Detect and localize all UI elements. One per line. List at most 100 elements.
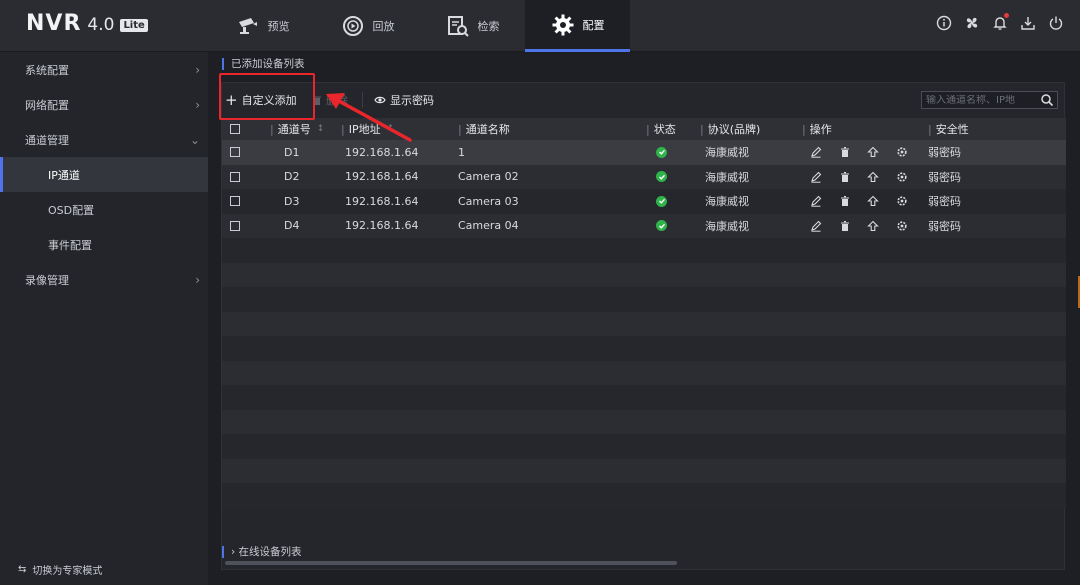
- table-row: [222, 262, 1066, 287]
- edit-icon[interactable]: [810, 146, 839, 158]
- header-ip-label: IP地址: [348, 123, 381, 136]
- tab-search-label: 检索: [477, 20, 500, 33]
- table-row: [222, 287, 1066, 312]
- upload-icon[interactable]: [867, 146, 896, 158]
- row-checkbox[interactable]: [230, 171, 240, 182]
- row-checkbox[interactable]: [230, 196, 240, 207]
- cell-ops: [798, 220, 924, 232]
- bell-icon[interactable]: [992, 13, 1009, 31]
- show-password-button[interactable]: 显示密码: [374, 92, 434, 108]
- download-icon[interactable]: [1020, 15, 1036, 31]
- trash-icon[interactable]: [839, 195, 868, 207]
- upload-icon[interactable]: [867, 171, 896, 183]
- header-channel-no[interactable]: | 通道号 ↕: [262, 121, 336, 137]
- header-status: | 状态: [646, 122, 676, 137]
- sidebar-subitem-osd[interactable]: OSD配置: [0, 192, 208, 227]
- settings-icon[interactable]: [896, 171, 925, 183]
- sidebar-subitem-event[interactable]: 事件配置: [0, 227, 208, 262]
- cell-protocol: 海康威视: [705, 219, 749, 233]
- trash-icon[interactable]: [839, 171, 868, 183]
- table-row: [222, 434, 1066, 459]
- tab-preview-label: 预览: [267, 20, 290, 33]
- cell-name: Camera 03: [458, 194, 519, 208]
- cell-security: 弱密码: [928, 170, 961, 184]
- sidebar-item-network[interactable]: 网络配置 ›: [0, 87, 208, 122]
- row-select-cell: [222, 147, 262, 158]
- sidebar-item-channel[interactable]: 通道管理 ⌄: [0, 122, 208, 157]
- table-row: [222, 336, 1066, 361]
- show-password-label: 显示密码: [390, 94, 434, 107]
- search-icon[interactable]: [1040, 93, 1054, 107]
- brand-version: 4.0: [87, 15, 115, 35]
- delete-label: 删除: [326, 94, 348, 107]
- tab-playback[interactable]: 回放: [315, 0, 420, 52]
- toolbar-divider: [362, 92, 363, 108]
- table-row[interactable]: D4 192.168.1.64 Camera 04 海康威视 弱密码: [222, 213, 1066, 238]
- status-ok-icon: [656, 146, 667, 158]
- sidebar-subitem-label: OSD配置: [48, 203, 95, 217]
- table-row[interactable]: D3 192.168.1.64 Camera 03 海康威视 弱密码: [222, 189, 1066, 214]
- header-name-label: 通道名称: [465, 123, 510, 136]
- sort-icon: ↕: [316, 124, 325, 134]
- chevron-right-icon: ›: [195, 97, 200, 112]
- sidebar-item-system[interactable]: 系统配置 ›: [0, 52, 208, 87]
- upload-icon[interactable]: [867, 195, 896, 207]
- select-all-checkbox[interactable]: [230, 124, 240, 134]
- main-nav: 预览 回放 检索 配置: [210, 0, 630, 52]
- row-checkbox[interactable]: [230, 220, 240, 231]
- sidebar-item-recording[interactable]: 录像管理 ›: [0, 262, 208, 297]
- edit-icon[interactable]: [810, 171, 839, 183]
- power-icon[interactable]: [1048, 15, 1064, 31]
- edit-icon[interactable]: [810, 195, 839, 207]
- online-devices-toggle[interactable]: › 在线设备列表: [222, 546, 302, 558]
- table-row[interactable]: D1 192.168.1.64 1 海康威视 弱密码: [222, 140, 1066, 165]
- tab-config-label: 配置: [582, 18, 605, 32]
- device-list-panel: + 自定义添加 删除 显示密码 |通道号↕ |IP地址↕ |通道名: [221, 82, 1066, 570]
- settings-icon[interactable]: [896, 220, 925, 232]
- cell-status: [642, 220, 694, 232]
- expert-mode-label: 切换为专家模式: [32, 566, 103, 577]
- gear-icon: [552, 14, 573, 35]
- sidebar-subitem-label: 事件配置: [48, 238, 92, 252]
- status-ok-icon: [656, 195, 667, 207]
- tab-config[interactable]: 配置: [525, 0, 630, 52]
- edit-icon[interactable]: [810, 220, 839, 232]
- fan-icon[interactable]: [964, 15, 980, 31]
- settings-icon[interactable]: [896, 146, 925, 158]
- sidebar-subitem-ip-channel[interactable]: IP通道: [0, 157, 208, 192]
- table-row: [222, 360, 1066, 385]
- chevron-down-icon: ⌄: [189, 132, 200, 147]
- sidebar-item-label: 网络配置: [25, 98, 69, 112]
- horizontal-scrollbar[interactable]: [225, 561, 677, 565]
- sidebar-subitem-label: IP通道: [48, 168, 80, 182]
- search-doc-icon: [447, 16, 469, 37]
- playback-icon: [342, 16, 363, 36]
- tab-search[interactable]: 检索: [420, 0, 525, 52]
- expert-mode-link[interactable]: ⇆ 切换为专家模式: [18, 562, 102, 577]
- trash-icon[interactable]: [839, 220, 868, 232]
- cell-name: Camera 02: [458, 170, 519, 184]
- info-icon[interactable]: [936, 15, 952, 31]
- row-checkbox[interactable]: [230, 147, 240, 158]
- cell-ops: [798, 146, 924, 158]
- cell-status: [642, 171, 694, 183]
- status-ok-icon: [656, 220, 667, 232]
- settings-icon[interactable]: [896, 195, 925, 207]
- upload-icon[interactable]: [867, 220, 896, 232]
- header-ip[interactable]: | IP地址 ↕: [336, 121, 452, 137]
- top-icon-group: [936, 13, 1064, 31]
- header-protocol-label: 协议(品牌): [707, 123, 761, 136]
- chevron-right-icon: ›: [195, 272, 200, 287]
- table-row[interactable]: D2 192.168.1.64 Camera 02 海康威视 弱密码: [222, 164, 1066, 189]
- main-content: 已添加设备列表 + 自定义添加 删除 显示密码 |: [208, 52, 1080, 585]
- table-row: [222, 385, 1066, 410]
- table-row: [222, 458, 1066, 483]
- brand-edition: Lite: [120, 19, 148, 32]
- delete-button[interactable]: 删除: [312, 92, 348, 108]
- section-title-added-devices: 已添加设备列表: [222, 58, 305, 70]
- tab-preview[interactable]: 预览: [210, 0, 315, 52]
- trash-icon[interactable]: [839, 146, 868, 158]
- table-row: [222, 238, 1066, 263]
- search-input[interactable]: [922, 94, 1040, 106]
- cell-channel-no: D1: [284, 145, 300, 159]
